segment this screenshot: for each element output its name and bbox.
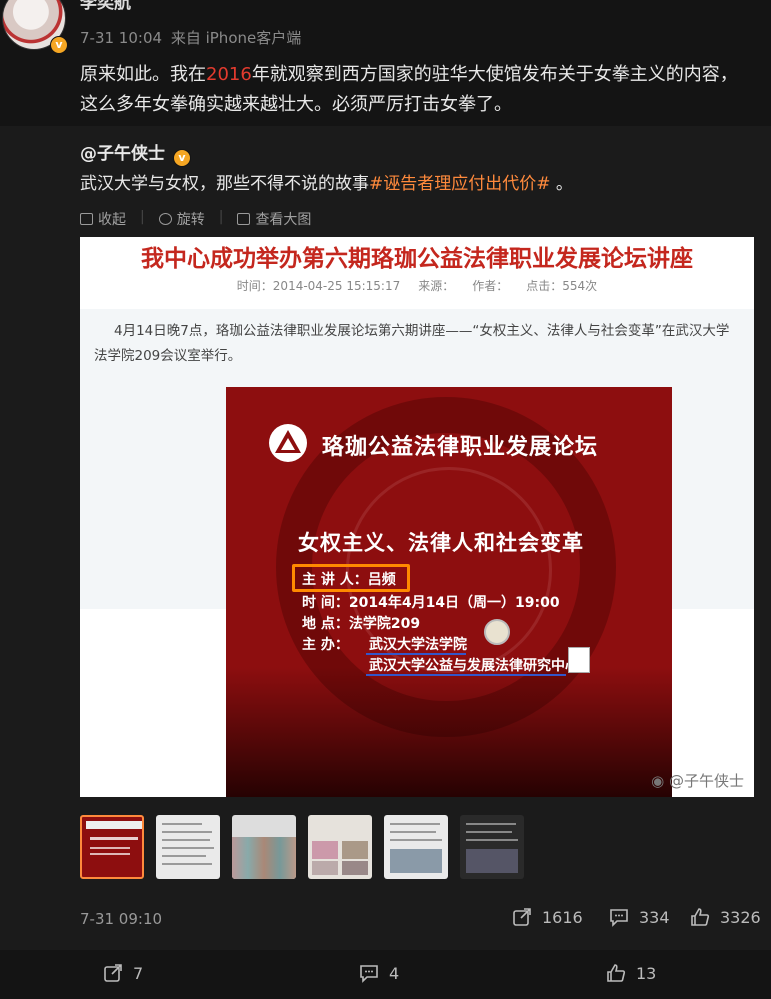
post-text-highlight: 2016 [206,64,252,85]
post-source: 来自 iPhone客户端 [170,29,302,47]
post-author-name[interactable]: 李奕航 [80,0,131,13]
image-watermark: ◉ @子午侠士 [651,772,744,790]
collect-icon [80,213,93,225]
thumbnail-1[interactable] [80,815,144,879]
verified-badge-icon: v [172,149,191,167]
thumbnail-4[interactable] [308,815,372,879]
repost-icon [104,964,122,982]
repost-comments[interactable]: 334 [609,907,670,927]
poster-speaker: 主 讲 人：吕频 [302,572,396,588]
repost-icon [513,908,531,926]
repost-text: 武汉大学与女权，那些不得不说的故事#诬告者理应付出代价# 。 [80,174,573,194]
poster-topic: 女权主义、法律人和社会变革 [298,531,584,555]
repost-likes[interactable]: 3326 [690,907,761,927]
host2-underline [366,674,566,676]
like-icon [691,908,710,926]
poster-host-label: 主 办： [302,637,349,653]
center-logo-icon [568,647,590,673]
thumbnail-3[interactable] [232,815,296,879]
post-time[interactable]: 7-31 10:04 [80,29,162,47]
post-meta: 7-31 10:04 来自 iPhone客户端 [80,27,301,48]
thumbnail-5[interactable] [384,815,448,879]
repost-author[interactable]: @子午侠士 v [80,139,191,167]
thumbnail-6[interactable] [460,815,524,879]
post-text: 原来如此。我在2016年就观察到西方国家的驻华大使馆发布关于女拳主义的内容，这么… [80,64,738,115]
event-poster: 珞珈公益法律职业发展论坛 女权主义、法律人和社会变革 主 讲 人：吕频 时 间：… [226,387,672,797]
verified-badge-icon: v [50,36,68,54]
collect-button[interactable]: 收起 [80,209,126,229]
rotate-icon [158,213,172,225]
comment-icon [610,909,628,927]
image-toolbar: 收起 | 旋转 | 查看大图 [80,209,311,229]
main-image[interactable]: 我中心成功举办第六期珞珈公益法律职业发展论坛讲座 时间：2014-04-25 1… [80,237,754,797]
hashtag-link[interactable]: #诬告者理应付出代价# [369,174,551,194]
poster-time: 时 间：2014年4月14日（周一）19:00 [302,595,560,611]
like-button[interactable]: 13 [606,963,656,983]
thumbnail-2[interactable] [156,815,220,879]
share-button[interactable]: 7 [103,963,143,983]
forum-logo-icon [269,424,307,462]
weibo-logo-icon: ◉ [651,772,665,790]
poster-forum-name: 珞珈公益法律职业发展论坛 [322,435,599,460]
like-icon [607,964,626,982]
poster-place: 地 点：法学院209 [302,616,421,632]
comment-button[interactable]: 4 [359,963,399,983]
poster-host2: 武汉大学公益与发展法律研究中心 [369,658,579,674]
repost-reposts[interactable]: 1616 [512,907,583,927]
comment-icon [360,965,378,983]
poster-host1: 武汉大学法学院 [369,637,467,653]
view-large-button[interactable]: 查看大图 [237,209,311,229]
rotate-button[interactable]: 旋转 [158,209,205,229]
article-body-text: 4月14日晚7点，珞珈公益法律职业发展论坛第六期讲座——“女权主义、法律人与社会… [94,323,730,364]
repost-time[interactable]: 7-31 09:10 [80,910,162,928]
article-meta: 时间：2014-04-25 15:15:17 来源： 作者： 点击：554次 [236,279,598,293]
article-title: 我中心成功举办第六期珞珈公益法律职业发展论坛讲座 [141,245,693,272]
view-large-icon [237,213,251,225]
law-school-seal-icon [484,619,510,645]
